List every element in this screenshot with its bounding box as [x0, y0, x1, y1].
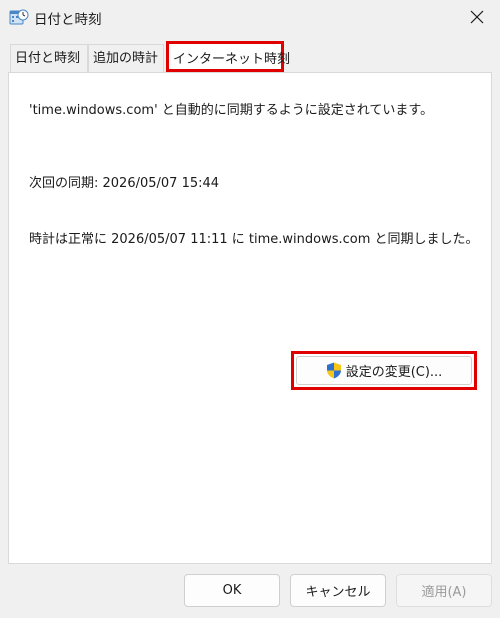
- close-button[interactable]: [454, 0, 500, 34]
- uac-shield-icon: [326, 362, 341, 379]
- sync-status-text: 'time.windows.com' と自動的に同期するように設定されています。: [29, 103, 434, 118]
- title-bar: 日付と時刻: [0, 0, 500, 34]
- change-settings-button[interactable]: 設定の変更(C)...: [296, 356, 472, 385]
- window-title: 日付と時刻: [34, 12, 102, 28]
- cancel-button[interactable]: キャンセル: [290, 574, 386, 607]
- last-sync-text: 時計は正常に 2026/05/07 11:11 に time.windows.c…: [29, 232, 479, 247]
- change-settings-label: 設定の変更(C)...: [345, 365, 443, 380]
- apply-button[interactable]: 適用(A): [396, 574, 492, 607]
- date-time-dialog: 日付と時刻 日付と時刻 追加の時計 インターネット時刻 'time.window…: [0, 0, 500, 618]
- tab-additional-clocks[interactable]: 追加の時計: [88, 44, 164, 72]
- next-sync-text: 次回の同期: 2026/05/07 15:44: [29, 176, 220, 191]
- tab-bar: 日付と時刻 追加の時計 インターネット時刻: [8, 41, 492, 74]
- change-settings-highlight: 設定の変更(C)...: [291, 351, 477, 390]
- datetime-app-icon: [9, 9, 29, 25]
- tab-date-time[interactable]: 日付と時刻: [10, 44, 88, 72]
- tab-internet-time[interactable]: インターネット時刻: [166, 41, 290, 72]
- close-icon: [470, 10, 484, 24]
- internet-time-panel: 'time.windows.com' と自動的に同期するように設定されています。…: [8, 72, 492, 564]
- ok-button[interactable]: OK: [184, 574, 280, 607]
